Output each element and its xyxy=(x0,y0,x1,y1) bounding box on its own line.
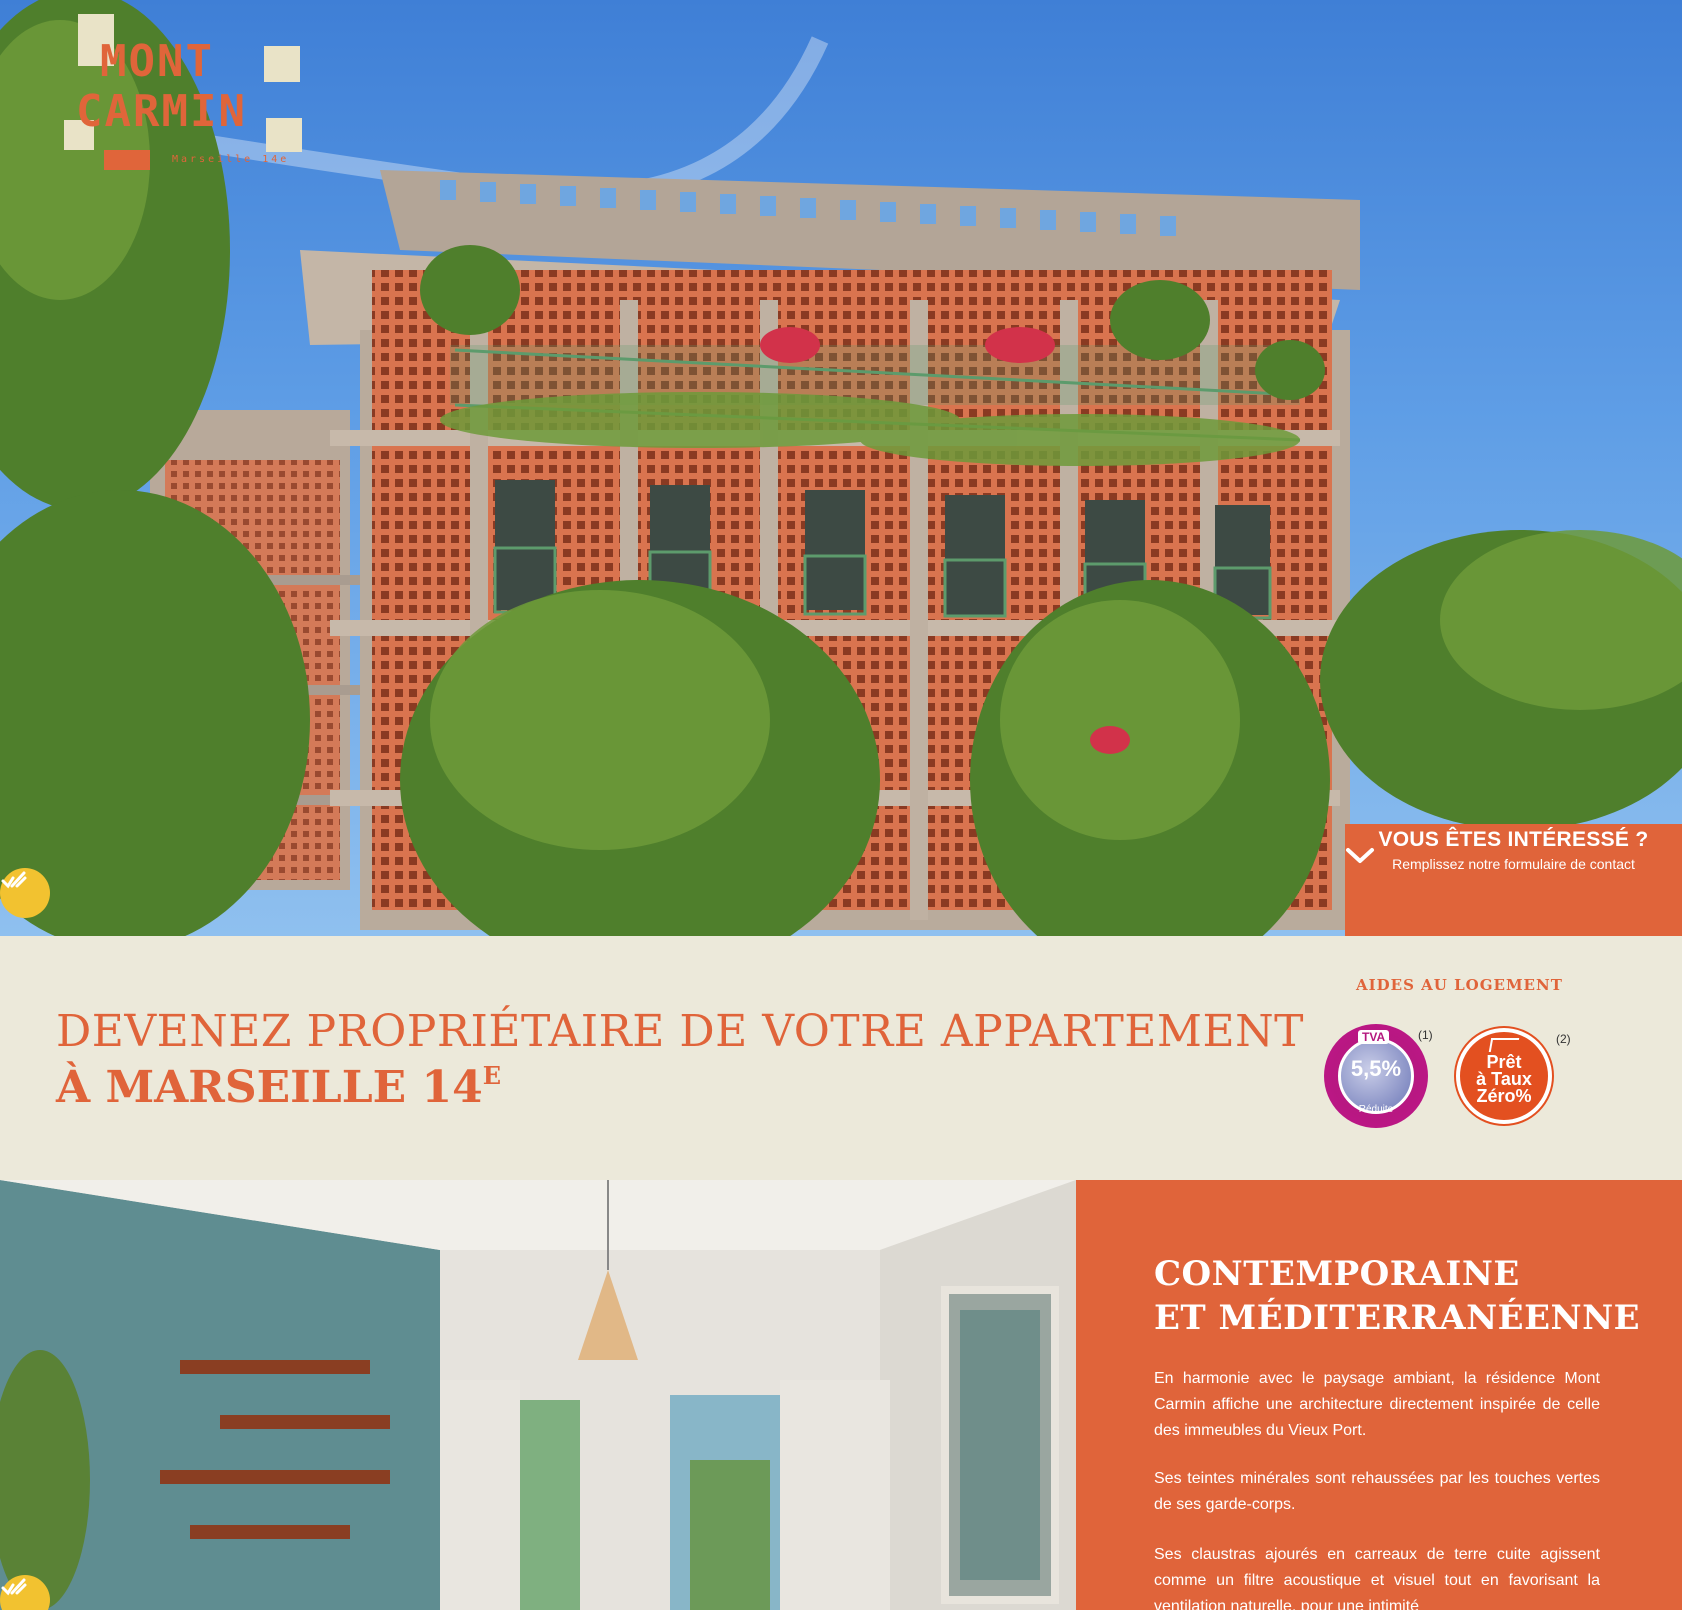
mont-carmin-logo[interactable]: MONT CARMIN Marseille 14e xyxy=(64,14,304,174)
accessibility-icon xyxy=(1,1578,27,1596)
tva-badge: TVA 5,5% Réduite xyxy=(1324,1024,1428,1128)
tva-label: TVA xyxy=(1358,1030,1390,1044)
hero-section: MONT CARMIN Marseille 14e VOUS ÊTES INTÉ… xyxy=(0,0,1682,936)
chevron-down-icon xyxy=(1346,848,1374,863)
house-roof-icon xyxy=(1488,1038,1520,1052)
ptz-footnote: (2) xyxy=(1556,1032,1571,1046)
headline-line2: À MARSEILLE 14E xyxy=(56,1061,1304,1113)
paragraph-1: En harmonie avec le paysage ambiant, la … xyxy=(1154,1370,1600,1439)
paragraph-2: Ses teintes minérales sont rehaussées pa… xyxy=(1154,1470,1600,1513)
contact-cta-button[interactable]: VOUS ÊTES INTÉRESSÉ ? Remplissez notre f… xyxy=(1345,824,1682,936)
logo-tagline: Marseille 14e xyxy=(172,154,290,165)
tva-footnote: (1) xyxy=(1418,1028,1433,1042)
ptz-badge: Prêt à Taux Zéro% xyxy=(1456,1028,1552,1124)
headline-line1: DEVENEZ PROPRIÉTAIRE DE VOTRE APPARTEMEN… xyxy=(56,1006,1304,1057)
section-title-line1: CONTEMPORAINE xyxy=(1154,1254,1520,1294)
tva-sub: Réduite xyxy=(1358,1104,1394,1115)
headline-city: À MARSEILLE 14 xyxy=(56,1062,483,1113)
page-headline: DEVENEZ PROPRIÉTAIRE DE VOTRE APPARTEMEN… xyxy=(56,1006,1304,1113)
logo-line1: MONT xyxy=(100,36,214,87)
accessibility-button[interactable] xyxy=(0,868,50,918)
section-title: CONTEMPORAINE ET MÉDITERRANÉENNE xyxy=(1154,1252,1640,1340)
headline-superscript: E xyxy=(482,1061,502,1090)
headline-band: DEVENEZ PROPRIÉTAIRE DE VOTRE APPARTEMEN… xyxy=(0,936,1682,1180)
section-title-line2: ET MÉDITERRANÉENNE xyxy=(1154,1298,1641,1338)
accessibility-icon xyxy=(1,871,27,889)
ptz-text: Prêt à Taux Zéro% xyxy=(1476,1052,1532,1106)
aides-title: AIDES AU LOGEMENT xyxy=(1356,976,1563,994)
description-panel: CONTEMPORAINE ET MÉDITERRANÉENNE En harm… xyxy=(1076,1180,1682,1610)
cta-title: VOUS ÊTES INTÉRESSÉ ? xyxy=(1378,828,1649,851)
logo-line2: CARMIN xyxy=(76,86,247,137)
paragraph-3: Ses claustras ajourés en carreaux de ter… xyxy=(1154,1546,1600,1610)
interior-illustration xyxy=(0,1180,1076,1610)
tva-value: 5,5% xyxy=(1350,1056,1402,1081)
living-room-image xyxy=(0,1180,1076,1610)
cta-subtitle: Remplissez notre formulaire de contact xyxy=(1392,856,1635,872)
